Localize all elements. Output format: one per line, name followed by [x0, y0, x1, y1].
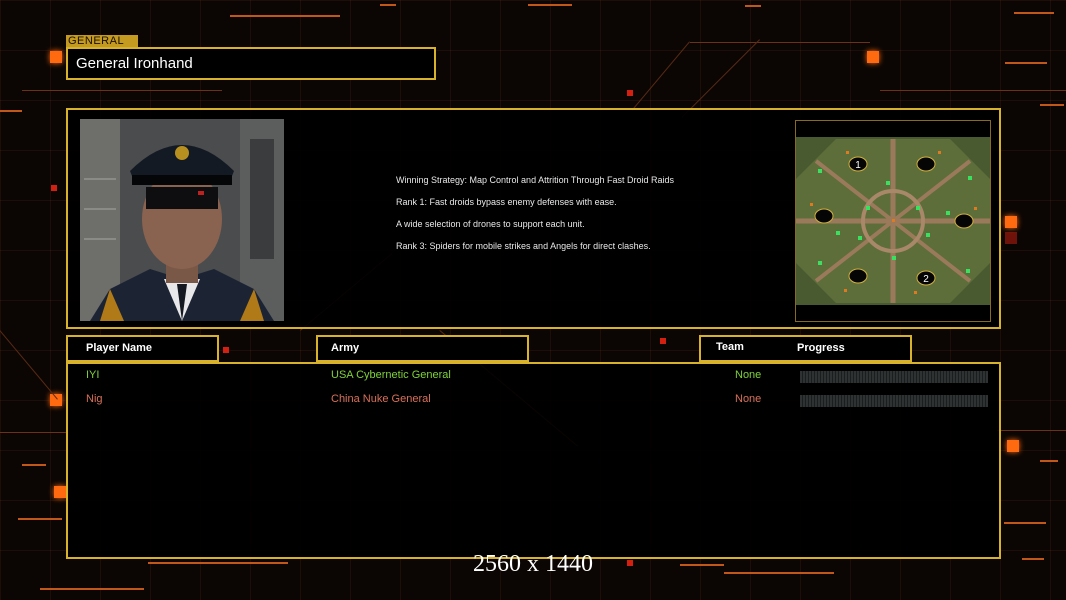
strategy-text: Winning Strategy: Map Control and Attrit… [396, 174, 696, 262]
start-position-label: 2 [923, 274, 929, 285]
decor-line [528, 4, 572, 6]
general-name-box: General Ironhand [66, 47, 436, 80]
player-team[interactable]: None [735, 369, 761, 381]
decor-square [627, 90, 633, 96]
decor-line [230, 15, 340, 17]
decor-line [22, 464, 46, 466]
decor-square [1005, 216, 1017, 228]
decor-line [1005, 62, 1047, 64]
decor-line [380, 4, 396, 6]
player-row[interactable]: IYI USA Cybernetic General None [68, 369, 999, 385]
decor-line [40, 588, 144, 590]
decor-line [880, 90, 1066, 91]
progress-bar [800, 395, 988, 407]
strategy-line: Winning Strategy: Map Control and Attrit… [396, 175, 674, 185]
resolution-label: 2560 x 1440 [473, 551, 593, 577]
decor-square [660, 338, 666, 344]
player-row[interactable]: Nig China Nuke General None [68, 393, 999, 409]
decor-line [22, 90, 222, 91]
general-portrait [80, 119, 284, 321]
general-info-panel: Winning Strategy: Map Control and Attrit… [66, 108, 1001, 329]
player-name: Nig [86, 393, 103, 405]
decor-square [50, 51, 62, 63]
map-preview: 1 2 [795, 120, 991, 322]
decor-line [1014, 12, 1054, 14]
decor-line [18, 518, 62, 520]
start-position-label: 1 [855, 160, 861, 171]
strategy-line: Rank 3: Spiders for mobile strikes and A… [396, 241, 651, 251]
decor-line [745, 5, 761, 7]
column-header-progress-label: Progress [797, 342, 845, 354]
decor-line [0, 432, 66, 433]
decor-square [51, 185, 57, 191]
decor-square [1007, 440, 1019, 452]
decor-square [867, 51, 879, 63]
player-name: IYI [86, 369, 100, 381]
decor-line [1040, 460, 1058, 462]
decor-line [997, 430, 1066, 431]
decor-line [0, 110, 22, 112]
player-army[interactable]: China Nuke General [331, 393, 431, 405]
player-army[interactable]: USA Cybernetic General [331, 369, 451, 381]
progress-bar [800, 371, 988, 383]
column-header-army-label: Army [331, 342, 360, 354]
decor-line [1004, 522, 1046, 524]
general-portrait-image [80, 119, 284, 321]
column-header-team-label: Team [716, 341, 744, 353]
player-team[interactable]: None [735, 393, 761, 405]
strategy-line: A wide selection of drones to support ea… [396, 219, 585, 229]
column-header-army: Army [316, 335, 529, 362]
column-header-player-label: Player Name [86, 342, 153, 354]
general-name: General Ironhand [76, 55, 193, 72]
decor-line [690, 42, 870, 43]
strategy-line: Rank 1: Fast droids bypass enemy defense… [396, 197, 617, 207]
decor-line [1040, 104, 1064, 106]
column-header-player: Player Name [66, 335, 219, 362]
decor-square [54, 486, 66, 498]
decor-square [1005, 232, 1017, 244]
column-header-team-progress: Team Progress [699, 335, 912, 362]
section-tag: GENERAL [66, 35, 138, 47]
player-list: IYI USA Cybernetic General None Nig Chin… [66, 362, 1001, 559]
decor-square [223, 347, 229, 353]
